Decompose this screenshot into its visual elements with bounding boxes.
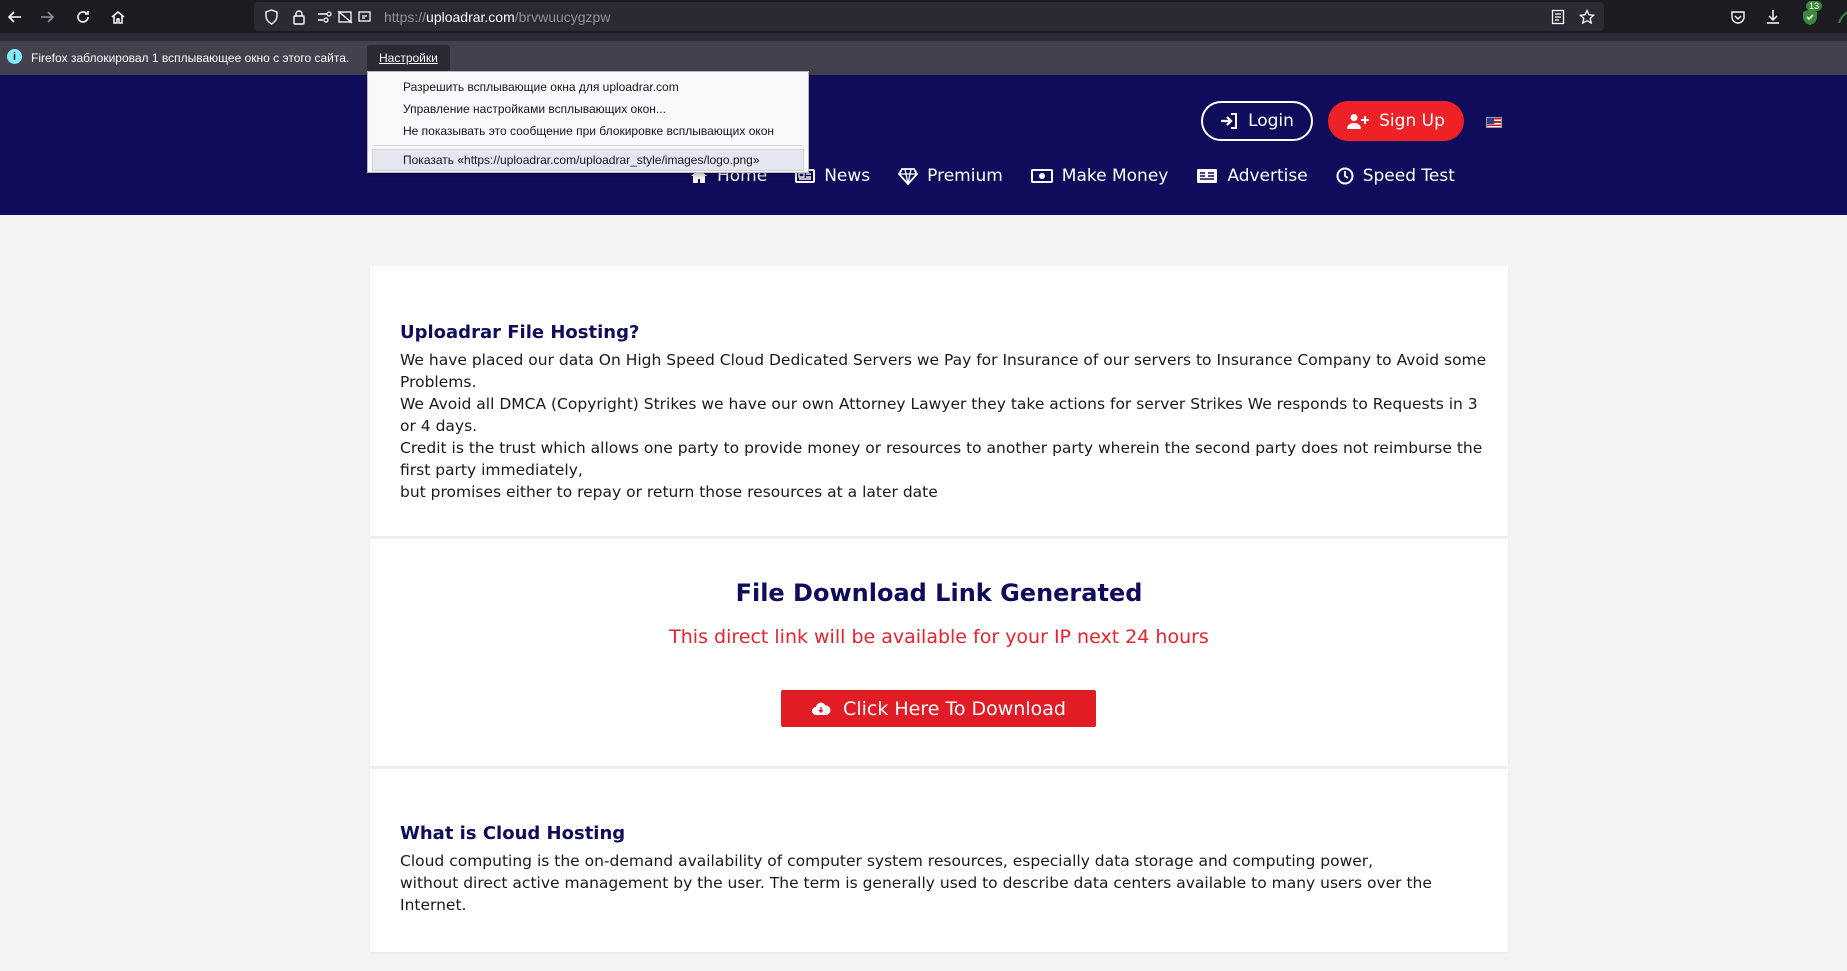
- us-flag-icon[interactable]: [1486, 117, 1502, 128]
- browser-toolbar: https://uploadrar.com/brvwuucygzpw 13: [0, 0, 1847, 33]
- paragraph-line: but promises either to repay or return t…: [400, 483, 938, 501]
- bookmark-star-icon[interactable]: [1578, 8, 1596, 26]
- downloads-button[interactable]: [1760, 4, 1786, 30]
- download-title: File Download Link Generated: [735, 579, 1143, 607]
- file-hosting-card: Uploadrar File Hosting? We have placed o…: [370, 266, 1508, 536]
- paragraph-line: We have placed our data On High Speed Cl…: [400, 351, 1487, 391]
- nav-make-money[interactable]: Make Money: [1030, 161, 1169, 191]
- paragraph-line: Credit is the trust which allows one par…: [400, 439, 1483, 479]
- money-bill-icon: [1030, 169, 1053, 183]
- forward-button[interactable]: [34, 4, 60, 30]
- login-label: Login: [1248, 111, 1294, 131]
- site-header: Login Sign Up Home News Premium Make Mon…: [0, 75, 1847, 215]
- permissions-icon[interactable]: [316, 8, 334, 26]
- signup-button[interactable]: Sign Up: [1328, 101, 1464, 141]
- nav-make-money-label: Make Money: [1061, 166, 1169, 186]
- diamond-icon: [898, 167, 919, 185]
- download-button-label: Click Here To Download: [843, 697, 1066, 720]
- menu-separator: [374, 145, 802, 146]
- reload-button[interactable]: [70, 4, 96, 30]
- toolbar-divider: [0, 33, 1847, 41]
- clock-icon: [1336, 167, 1354, 185]
- signup-label: Sign Up: [1379, 111, 1445, 131]
- arrow-right-icon: [41, 11, 55, 23]
- reload-icon: [77, 11, 89, 23]
- menu-item-manage-popup-settings[interactable]: Управление настройками всплывающих окон.…: [403, 102, 666, 116]
- menu-item-dont-show-message[interactable]: Не показывать это сообщение при блокиров…: [403, 124, 774, 138]
- extension-badge: 13: [1806, 1, 1823, 11]
- url-bar[interactable]: https://uploadrar.com/brvwuucygzpw: [254, 2, 1604, 31]
- home-button[interactable]: [105, 4, 131, 30]
- section-title: Uploadrar File Hosting?: [400, 322, 640, 343]
- paragraph-line: without direct active management by the …: [400, 874, 1432, 914]
- info-icon: i: [7, 49, 22, 64]
- popup-settings-menu: Разрешить всплывающие окна для uploadrar…: [367, 71, 809, 173]
- section-title: What is Cloud Hosting: [400, 823, 626, 844]
- menu-item-show-blocked-popup[interactable]: Показать «https://uploadrar.com/uploadra…: [372, 149, 804, 171]
- extension-button-2[interactable]: [1831, 4, 1847, 30]
- download-button[interactable]: Click Here To Download: [781, 690, 1096, 727]
- nav-speed-test[interactable]: Speed Test: [1336, 161, 1455, 191]
- shield-icon[interactable]: [262, 8, 280, 26]
- section-paragraph: Cloud computing is the on-demand availab…: [400, 850, 1490, 916]
- lock-icon[interactable]: [290, 8, 308, 26]
- settings-button-label: Настройки: [379, 51, 438, 65]
- nav-advertise[interactable]: Advertise: [1196, 161, 1308, 191]
- paragraph-line: Cloud computing is the on-demand availab…: [400, 852, 1374, 870]
- pocket-button[interactable]: [1725, 4, 1751, 30]
- nav-news-label: News: [824, 166, 871, 186]
- nav-premium-label: Premium: [927, 166, 1003, 186]
- notification-settings-button[interactable]: Настройки: [367, 45, 450, 71]
- menu-item-allow-popups[interactable]: Разрешить всплывающие окна для uploadrar…: [403, 80, 679, 94]
- section-paragraph: We have placed our data On High Speed Cl…: [400, 349, 1490, 503]
- notification-text: Firefox заблокировал 1 всплывающее окно …: [31, 51, 350, 65]
- nav-premium[interactable]: Premium: [898, 161, 1003, 191]
- nav-speed-test-label: Speed Test: [1362, 166, 1455, 186]
- popup-blocked-notification: i Firefox заблокировал 1 всплывающее окн…: [0, 41, 1847, 75]
- ad-card-icon: [1197, 169, 1218, 183]
- pocket-icon: [1731, 11, 1745, 24]
- cloud-hosting-card: What is Cloud Hosting Cloud computing is…: [370, 769, 1508, 952]
- blocked-popup-icon[interactable]: [336, 8, 354, 26]
- download-card: File Download Link Generated This direct…: [370, 539, 1508, 766]
- login-button[interactable]: Login: [1201, 101, 1313, 141]
- extension-icon: [1838, 11, 1847, 24]
- home-icon: [111, 11, 125, 24]
- download-icon: [1767, 10, 1779, 24]
- user-plus-icon: [1347, 114, 1370, 129]
- nav-advertise-label: Advertise: [1227, 166, 1308, 186]
- url-text[interactable]: https://uploadrar.com/brvwuucygzpw: [384, 9, 610, 25]
- sign-in-icon: [1221, 113, 1238, 129]
- reader-view-icon[interactable]: [1549, 8, 1567, 26]
- notification-permission-icon[interactable]: [356, 8, 374, 26]
- download-notice: This direct link will be available for y…: [669, 626, 1209, 648]
- back-button[interactable]: [2, 4, 28, 30]
- cloud-download-icon: [812, 702, 831, 715]
- paragraph-line: We Avoid all DMCA (Copyright) Strikes we…: [400, 395, 1478, 435]
- arrow-left-icon: [7, 11, 21, 23]
